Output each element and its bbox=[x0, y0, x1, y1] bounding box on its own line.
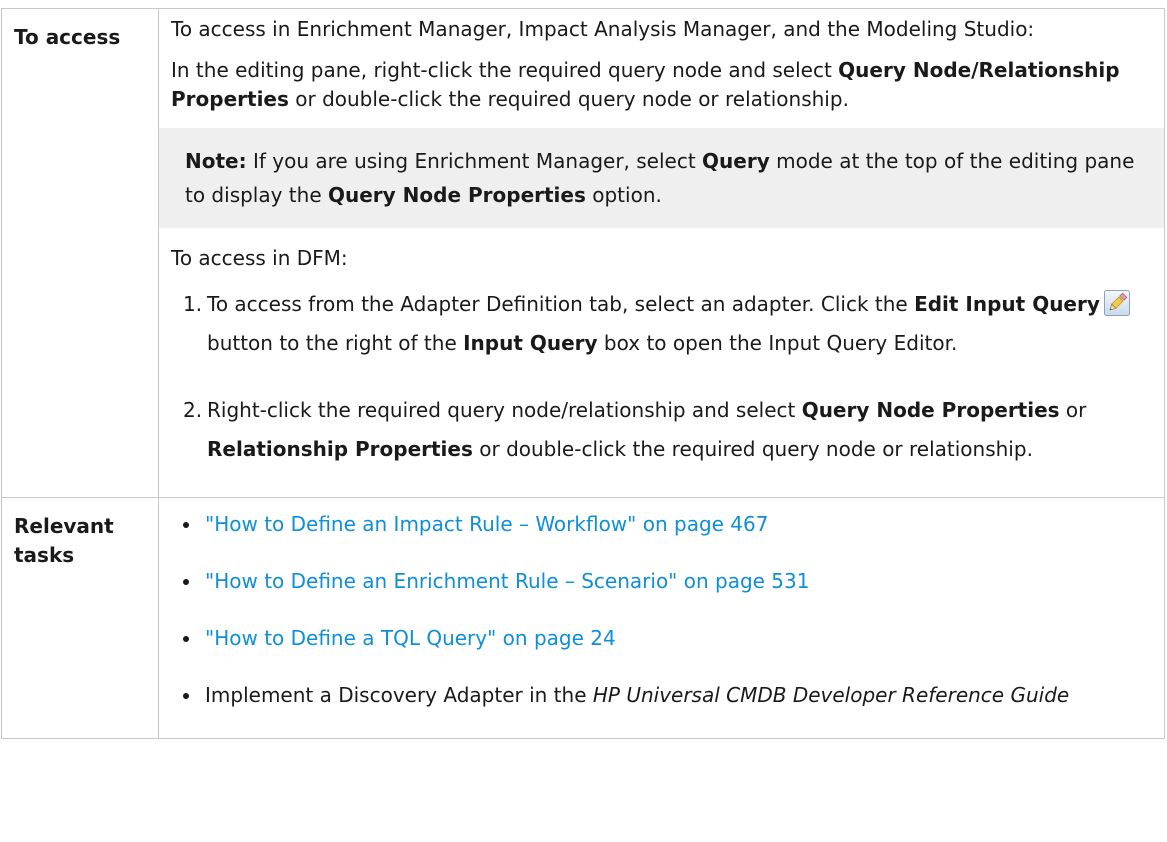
impact-rule-link[interactable]: "How to Define an Impact Rule – Workflow… bbox=[205, 512, 768, 536]
text-run: Right-click the required query node/rela… bbox=[207, 398, 802, 422]
dfm-intro: To access in DFM: bbox=[171, 246, 348, 270]
bold-term: Relationship Properties bbox=[207, 437, 473, 461]
bold-term: Query bbox=[702, 149, 770, 173]
access-intro: To access in Enrichment Manager, Impact … bbox=[171, 17, 1035, 41]
text-run: If you are using Enrichment Manager, sel… bbox=[246, 149, 703, 173]
guide-title: HP Universal CMDB Developer Reference Gu… bbox=[592, 683, 1070, 707]
enrichment-rule-link[interactable]: "How to Define an Enrichment Rule – Scen… bbox=[205, 569, 809, 593]
text-run: button to the right of the bbox=[207, 331, 464, 355]
list-item: Implement a Discovery Adapter in the HP … bbox=[171, 681, 1150, 710]
note-box: Note: If you are using Enrichment Manage… bbox=[159, 128, 1164, 228]
properties-info-table: To access To access in Enrichment Manage… bbox=[1, 8, 1165, 739]
text-run: or bbox=[1059, 398, 1087, 422]
bold-term: Query Node Properties bbox=[328, 183, 586, 207]
text-run: or double-click the required query node … bbox=[472, 437, 1033, 461]
bold-term: Edit Input Query bbox=[914, 292, 1100, 316]
text-run: or double-click the required query node … bbox=[288, 87, 849, 111]
bullet-icon bbox=[183, 579, 189, 585]
note-text: Note: If you are using Enrichment Manage… bbox=[185, 144, 1140, 212]
bullet-icon bbox=[183, 693, 189, 699]
bold-term: Input Query bbox=[463, 331, 598, 355]
dfm-steps-list: 1. To access from the Adapter Definition … bbox=[171, 285, 1150, 469]
step-number: 2. bbox=[183, 398, 203, 422]
list-item: 1. To access from the Adapter Definition … bbox=[171, 285, 1150, 363]
list-item: "How to Define a TQL Query" on page 24 bbox=[171, 624, 1150, 653]
editing-pane-instructions: In the editing pane, right-click the req… bbox=[171, 56, 1150, 114]
bullet-icon bbox=[183, 636, 189, 642]
tasks-list: "How to Define an Impact Rule – Workflow… bbox=[171, 510, 1150, 710]
list-item: "How to Define an Enrichment Rule – Scen… bbox=[171, 567, 1150, 596]
relevant-tasks-row: Relevant tasks "How to Define an Impact … bbox=[1, 497, 1165, 739]
text-run: option. bbox=[585, 183, 662, 207]
note-label: Note: bbox=[185, 149, 247, 173]
document-page: To access To access in Enrichment Manage… bbox=[0, 0, 1167, 842]
text-run: In the editing pane, right-click the req… bbox=[171, 58, 839, 82]
to-access-label: To access bbox=[1, 8, 159, 498]
text-run: To access from the Adapter Definition ta… bbox=[207, 292, 915, 316]
list-item: "How to Define an Impact Rule – Workflow… bbox=[171, 510, 1150, 539]
bold-term: Query Node Properties bbox=[801, 398, 1060, 422]
tql-query-link[interactable]: "How to Define a TQL Query" on page 24 bbox=[205, 626, 616, 650]
list-item: 2. Right-click the required query node/re… bbox=[171, 391, 1150, 469]
to-access-content: To access in Enrichment Manager, Impact … bbox=[158, 8, 1165, 498]
to-access-row: To access To access in Enrichment Manage… bbox=[1, 8, 1165, 498]
bullet-icon bbox=[183, 522, 189, 528]
text-run: box to open the Input Query Editor. bbox=[597, 331, 958, 355]
relevant-tasks-label: Relevant tasks bbox=[1, 497, 159, 739]
relevant-tasks-content: "How to Define an Impact Rule – Workflow… bbox=[158, 497, 1165, 739]
text-run: Implement a Discovery Adapter in the bbox=[205, 683, 593, 707]
step-number: 1. bbox=[183, 292, 203, 316]
pencil-icon bbox=[1103, 290, 1130, 316]
